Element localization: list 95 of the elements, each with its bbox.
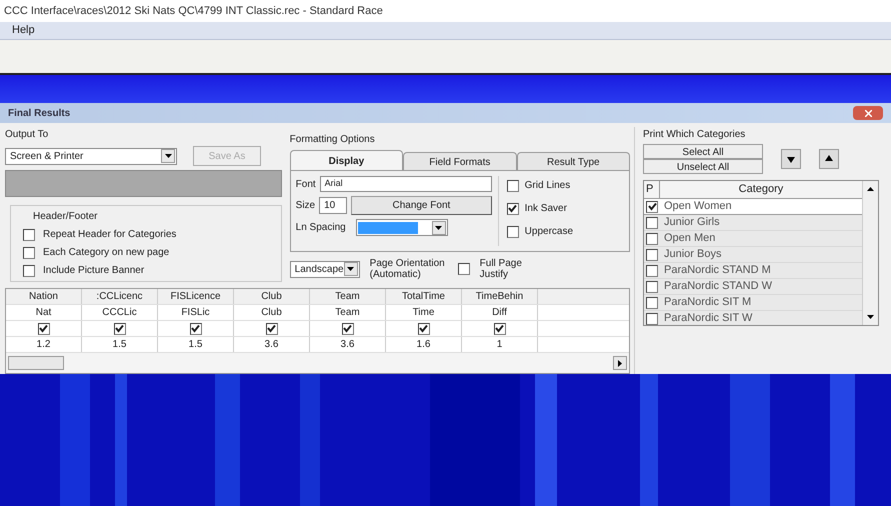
category-row[interactable]: Junior Boys [644,247,862,263]
checkbox[interactable] [646,232,658,244]
table-cell-text: 1.5 [188,338,202,352]
menu-item[interactable]: Help [12,22,35,39]
select-all-button[interactable]: Select All [643,144,763,159]
column-header[interactable]: Team [335,289,360,304]
checkbox[interactable] [646,280,658,292]
checkbox-label: Repeat Header for Categories [43,228,176,242]
checkbox[interactable] [190,322,202,334]
field-label: Size [296,199,316,213]
scroll-right-button[interactable] [613,356,627,370]
checkbox-label: Full Page Justify [480,258,523,280]
checkbox[interactable] [646,216,658,228]
down-arrow-icon[interactable] [867,315,874,319]
orientation-label: Page Orientation (Automatic) [370,258,446,280]
column-header[interactable]: TimeBehin [476,289,524,304]
dialog-title: Final Results [8,106,70,120]
move-up-button[interactable] [819,149,839,169]
group-label: Formatting Options [290,133,376,147]
table-cell-text: CCCLic [102,306,137,320]
vertical-scrollbar[interactable] [862,181,878,325]
field-label: Ln Spacing [296,221,346,235]
column-header[interactable]: :CCLicenc [96,289,143,304]
checkbox[interactable] [38,322,50,334]
column-header[interactable]: Club [261,289,282,304]
checkbox[interactable] [23,228,35,240]
category-row[interactable]: Open Women [644,199,862,215]
close-button[interactable] [853,106,883,120]
horizontal-scrollbar[interactable] [6,353,629,373]
right-arrow-icon [618,360,622,366]
scroll-thumb[interactable] [8,356,64,370]
table-cell-text: 3.6 [340,338,354,352]
checkbox[interactable] [23,246,35,258]
down-arrow-icon [787,155,795,163]
checkbox-label: Grid Lines [524,179,570,193]
column-header[interactable]: Category [660,181,862,198]
window-title: CCC Interface\races\2012 Ski Nats QC\4799 INT Classic.rec - Standard Race [4,4,383,19]
category-row[interactable]: ParaNordic STAND W [644,279,862,295]
group-label: Print Which Categories [643,128,746,142]
checkbox[interactable] [266,322,278,334]
tab[interactable]: Display [290,150,404,170]
table-cell-text: 1.6 [416,338,430,352]
checkbox[interactable] [494,322,506,334]
group-label: Output To [5,128,50,142]
table-cell-text: 1 [496,338,502,352]
checkbox[interactable] [506,226,519,238]
move-down-button[interactable] [781,149,801,169]
column-header[interactable]: TotalTime [402,289,445,304]
checkbox-label: Ink Saver [524,202,567,216]
size-field[interactable]: 10 [319,197,348,214]
unselect-all-button[interactable]: Unselect All [643,159,763,174]
checkbox[interactable] [458,263,470,275]
table-cell-text: Diff [492,306,507,320]
checkbox[interactable] [646,312,658,324]
up-arrow-icon[interactable] [867,187,874,191]
checkbox[interactable] [646,264,658,276]
checkbox[interactable] [23,264,35,276]
table-cell-text: 1.5 [112,338,126,352]
checkbox[interactable] [506,180,519,192]
table-cell-text: 3.6 [264,338,278,352]
selection-highlight [358,222,418,234]
category-row[interactable]: Junior Girls [644,215,862,231]
checkbox-label: Uppercase [524,225,574,239]
table-cell-text: Team [335,306,360,320]
checkbox[interactable] [342,322,354,334]
column-header[interactable]: P [644,181,660,198]
checkbox-label: Each Category on new page [43,246,170,260]
field-label: Font [296,178,316,192]
checkbox[interactable] [646,248,658,260]
output-dropdown[interactable]: Screen & Printer [5,148,177,164]
font-field[interactable]: Arial [320,176,492,192]
checkbox[interactable] [646,200,658,212]
table-cell-text: 1.2 [36,338,50,352]
checkbox[interactable] [418,322,430,334]
checkbox-label: Include Picture Banner [43,264,144,278]
table-cell-text: Nat [36,306,52,320]
table-cell-text: FISLic [181,306,210,320]
change-font-button[interactable]: Change Font [351,196,492,215]
checkbox[interactable] [506,202,519,214]
close-icon [864,110,872,116]
group-label: Header/Footer [32,210,98,224]
table-cell-text: Time [412,306,434,320]
column-header[interactable]: Nation [29,289,58,304]
up-arrow-icon [825,155,833,163]
category-row[interactable]: ParaNordic SIT W [644,311,862,325]
tab[interactable]: Field Formats [403,152,517,170]
category-row[interactable]: Open Men [644,231,862,247]
column-header[interactable]: FISLicence [170,289,221,304]
checkbox[interactable] [646,296,658,308]
category-row[interactable]: ParaNordic STAND M [644,263,862,279]
tab[interactable]: Result Type [516,152,630,170]
category-row[interactable]: ParaNordic SIT M [644,295,862,311]
orientation-dropdown[interactable]: Landscape [290,260,360,278]
checkbox[interactable] [114,322,126,334]
table-cell-text: Club [261,306,282,320]
